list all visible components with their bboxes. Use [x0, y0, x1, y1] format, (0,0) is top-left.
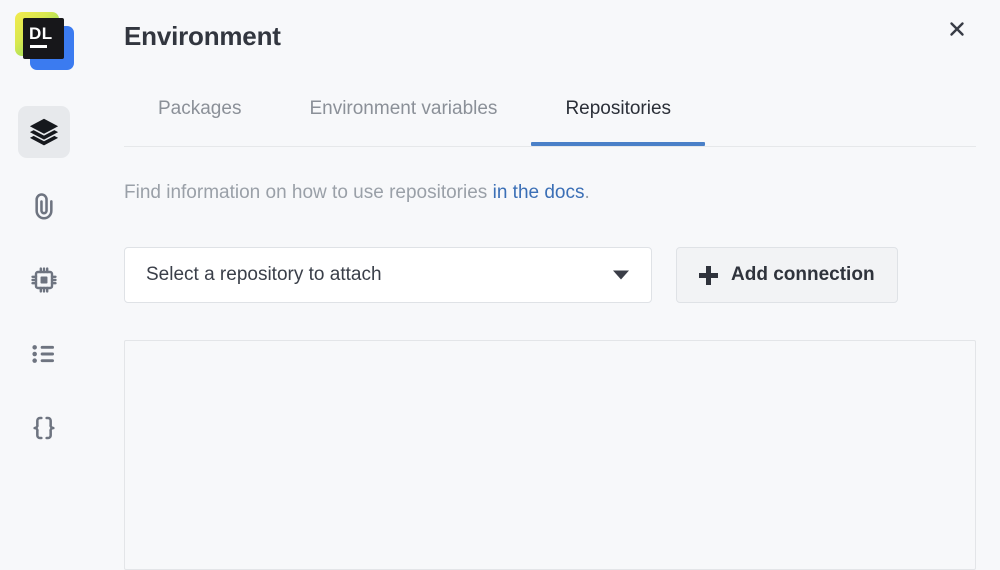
page-title: Environment: [124, 21, 281, 51]
sidebar-item-compute[interactable]: [18, 254, 70, 306]
environment-dialog: DL Environment Packages Environment vari…: [0, 0, 1000, 570]
tab-packages[interactable]: Packages: [124, 88, 275, 136]
environment-panel: Environment Packages Environment variabl…: [88, 0, 1000, 570]
helper-text-before: Find information on how to use repositor…: [124, 182, 493, 203]
logo-underscore: [30, 45, 47, 48]
close-button[interactable]: [940, 14, 974, 48]
sidebar-item-variables[interactable]: [18, 402, 70, 454]
cpu-icon: [28, 264, 60, 296]
repository-select[interactable]: Select a repository to attach: [124, 247, 652, 303]
logo-text: DL: [29, 24, 53, 43]
tab-repositories-label: Repositories: [565, 98, 672, 119]
tab-bar-divider: [124, 146, 976, 147]
docs-link[interactable]: in the docs: [493, 182, 585, 203]
paperclip-icon: [28, 190, 60, 222]
tab-environment-variables[interactable]: Environment variables: [275, 88, 531, 136]
panel-header: Environment: [124, 14, 1000, 60]
helper-text-after: .: [584, 182, 590, 203]
plus-icon: [699, 265, 718, 285]
logo-badge: DL: [23, 18, 64, 59]
braces-icon: [28, 412, 60, 444]
layers-icon: [26, 114, 62, 150]
helper-text: Find information on how to use repositor…: [124, 182, 590, 204]
repositories-list-panel: [124, 340, 976, 570]
tab-packages-label: Packages: [158, 98, 242, 119]
add-connection-label: Add connection: [731, 264, 875, 285]
sidebar-item-attachments[interactable]: [18, 180, 70, 232]
left-sidebar: DL: [0, 0, 88, 556]
sidebar-items: [18, 106, 70, 454]
list-icon: [28, 338, 60, 370]
tab-repositories[interactable]: Repositories: [531, 88, 706, 146]
sidebar-item-outline[interactable]: [18, 328, 70, 380]
sidebar-item-layers[interactable]: [18, 106, 70, 158]
tab-environment-variables-label: Environment variables: [309, 98, 498, 119]
repository-controls: Select a repository to attach Add connec…: [124, 247, 898, 303]
datalore-logo[interactable]: DL: [12, 8, 78, 74]
chevron-down-icon: [613, 270, 629, 280]
tab-bar: Packages Environment variables Repositor…: [124, 88, 976, 150]
repository-select-value: Select a repository to attach: [146, 264, 382, 285]
add-connection-button[interactable]: Add connection: [676, 247, 898, 303]
close-icon: [945, 17, 969, 46]
